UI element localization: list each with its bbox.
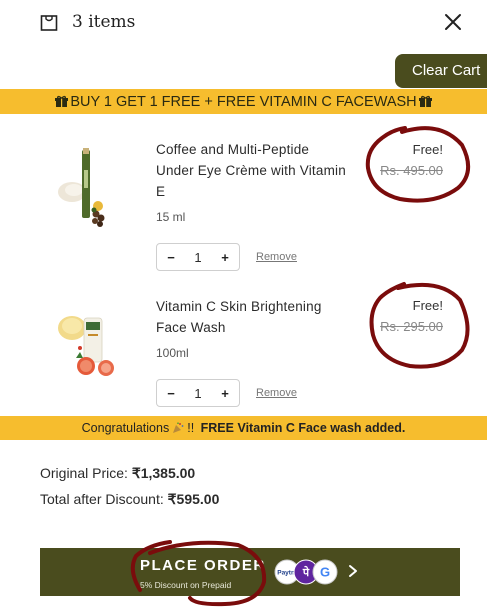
discount-total-label: Total after Discount: [40,491,164,507]
gift-icon [418,95,432,107]
item-price-original: Rs. 495.00 [380,163,443,178]
quantity-value: 1 [194,249,202,265]
party-popper-icon [173,422,184,433]
svg-text:पे: पे [302,565,310,579]
original-price-value: ₹1,385.00 [131,465,196,481]
place-order-label: PLACE ORDER [140,557,266,574]
cart-item-count: 3 items [72,12,136,32]
congrats-middle: !! [187,421,198,435]
original-price-row: Original Price: ₹1,385.00 [40,465,195,482]
promo-banner-text: BUY 1 GET 1 FREE + FREE VITAMIN C FACEWA… [70,93,417,110]
item-price-original: Rs. 295.00 [380,319,443,334]
place-order-button[interactable]: PLACE ORDER 5% Discount on Prepaid Paytm… [40,548,460,596]
increase-quantity-button[interactable]: + [219,250,231,265]
remove-item-link[interactable]: Remove [256,251,297,263]
discount-total-value: ₹595.00 [167,491,220,507]
item-price-free: Free! [412,142,443,157]
prepaid-discount-note: 5% Discount on Prepaid [140,580,232,590]
item-size: 15 ml [156,210,186,224]
decrease-quantity-button[interactable]: − [165,386,177,401]
clear-cart-button[interactable]: Clear Cart [395,54,487,88]
item-name[interactable]: Coffee and Multi-Peptide Under Eye Crème… [156,139,346,202]
gift-icon [55,95,69,107]
original-price-label: Original Price: [40,465,128,481]
discount-total-row: Total after Discount: ₹595.00 [40,491,219,508]
close-icon[interactable] [444,13,462,31]
product-image-under-eye-creme [58,148,105,227]
decrease-quantity-button[interactable]: − [165,250,177,265]
congrats-prefix: Congratulations [81,421,170,435]
promo-banner: BUY 1 GET 1 FREE + FREE VITAMIN C FACEWA… [0,89,487,114]
google-pay-icon: G [312,559,338,585]
congrats-message: FREE Vitamin C Face wash added. [200,421,406,435]
quantity-stepper: − 1 + [156,243,240,271]
item-size: 100ml [156,346,189,360]
item-price-free: Free! [412,298,443,313]
quantity-stepper: − 1 + [156,379,240,407]
product-image-vitamin-c-face-wash [58,316,114,376]
increase-quantity-button[interactable]: + [219,386,231,401]
item-name[interactable]: Vitamin C Skin Brightening Face Wash [156,296,346,338]
chevron-right-icon [349,565,357,577]
svg-text:G: G [320,565,330,580]
shopping-bag-icon [40,15,58,31]
quantity-value: 1 [194,385,202,401]
payment-icons: Paytm पे G [274,559,338,585]
cart-header: 3 items [0,0,487,46]
congrats-banner: Congratulations !! FREE Vitamin C Face w… [0,416,487,440]
remove-item-link[interactable]: Remove [256,387,297,399]
